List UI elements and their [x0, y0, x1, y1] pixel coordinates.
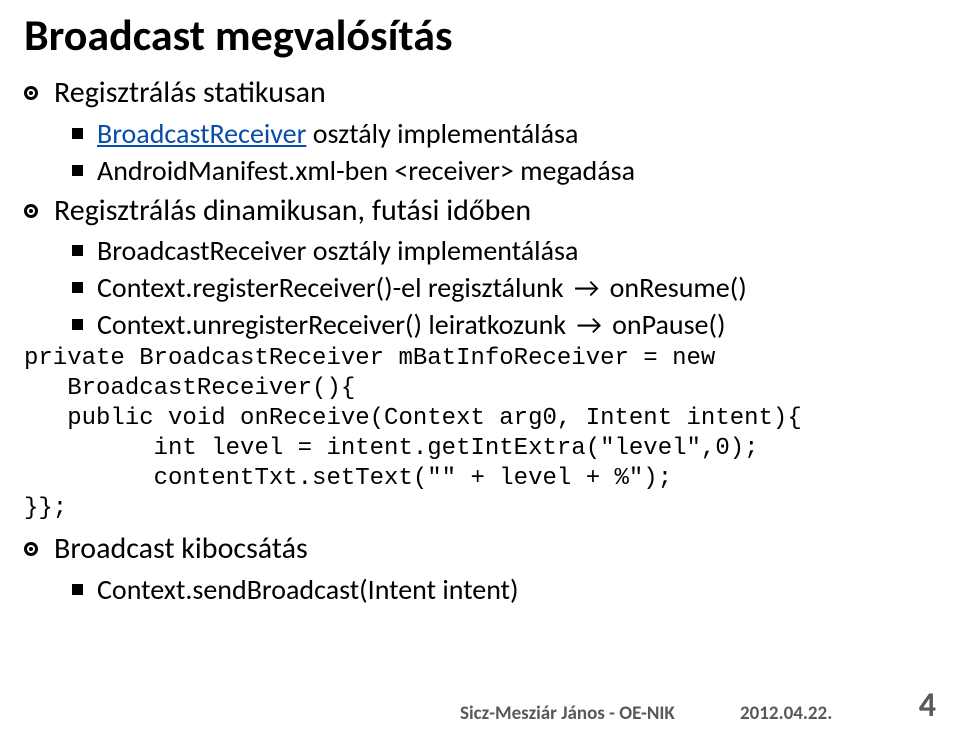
square-icon: [72, 165, 83, 176]
footer: Sicz-Mesziár János - OE-NIK 2012.04.22. …: [0, 702, 960, 730]
code-block: private BroadcastReceiver mBatInfoReceiv…: [24, 344, 936, 524]
bullet-text: BroadcastReceiver osztály implementálása: [97, 233, 578, 268]
bullet-l2: AndroidManifest.xml-ben <receiver> megad…: [72, 153, 936, 188]
bullet-suffix: osztály implementálása: [306, 116, 578, 151]
square-icon: [72, 245, 83, 256]
bullet-l2: BroadcastReceiver osztály implementálása: [72, 233, 936, 268]
bullet-icon: [24, 86, 38, 100]
footer-page-number: 4: [919, 685, 936, 726]
bullet-suffix: onPause(): [606, 307, 726, 342]
bullet-pre: Context.unregisterReceiver() leiratkozun…: [97, 307, 572, 342]
square-icon: [72, 584, 83, 595]
square-icon: [72, 128, 83, 139]
bullet-text: Context.unregisterReceiver() leiratkozun…: [97, 307, 725, 342]
bullet-l2: Context.sendBroadcast(Intent intent): [72, 572, 936, 607]
bullet-l2: BroadcastReceiver osztály implementálása: [72, 116, 936, 151]
bullet-text: AndroidManifest.xml-ben <receiver> megad…: [97, 153, 635, 188]
bullet-icon: [24, 542, 38, 556]
footer-date: 2012.04.22.: [740, 702, 832, 725]
bullet-l2: Context.registerReceiver()-el regisztálu…: [72, 270, 936, 305]
square-icon: [72, 319, 83, 330]
broadcastreceiver-link[interactable]: BroadcastReceiver: [97, 116, 306, 151]
bullet-l1: Regisztrálás dinamikusan, futási időben: [24, 192, 936, 230]
slide: Broadcast megvalósítás Regisztrálás stat…: [0, 0, 960, 748]
bullet-text: Regisztrálás dinamikusan, futási időben: [54, 192, 531, 230]
bullet-l1: Regisztrálás statikusan: [24, 74, 936, 112]
slide-title: Broadcast megvalósítás: [24, 12, 936, 58]
bullet-l2: Context.unregisterReceiver() leiratkozun…: [72, 307, 936, 342]
bullet-pre: Context.registerReceiver()-el regisztálu…: [97, 270, 570, 305]
bullet-text: Broadcast kibocsátás: [54, 530, 308, 568]
bullet-text: Context.registerReceiver()-el regisztálu…: [97, 270, 747, 305]
bullet-text: Context.sendBroadcast(Intent intent): [97, 572, 519, 607]
footer-author: Sicz-Mesziár János - OE-NIK: [460, 702, 675, 725]
square-icon: [72, 282, 83, 293]
bullet-icon: [24, 204, 38, 218]
bullet-text: Regisztrálás statikusan: [54, 74, 326, 112]
arrow-icon: →: [572, 307, 605, 342]
arrow-icon: →: [570, 270, 603, 305]
bullet-l1: Broadcast kibocsátás: [24, 530, 936, 568]
bullet-text: BroadcastReceiver osztály implementálása: [97, 116, 578, 151]
bullet-suffix: onResume(): [603, 270, 746, 305]
